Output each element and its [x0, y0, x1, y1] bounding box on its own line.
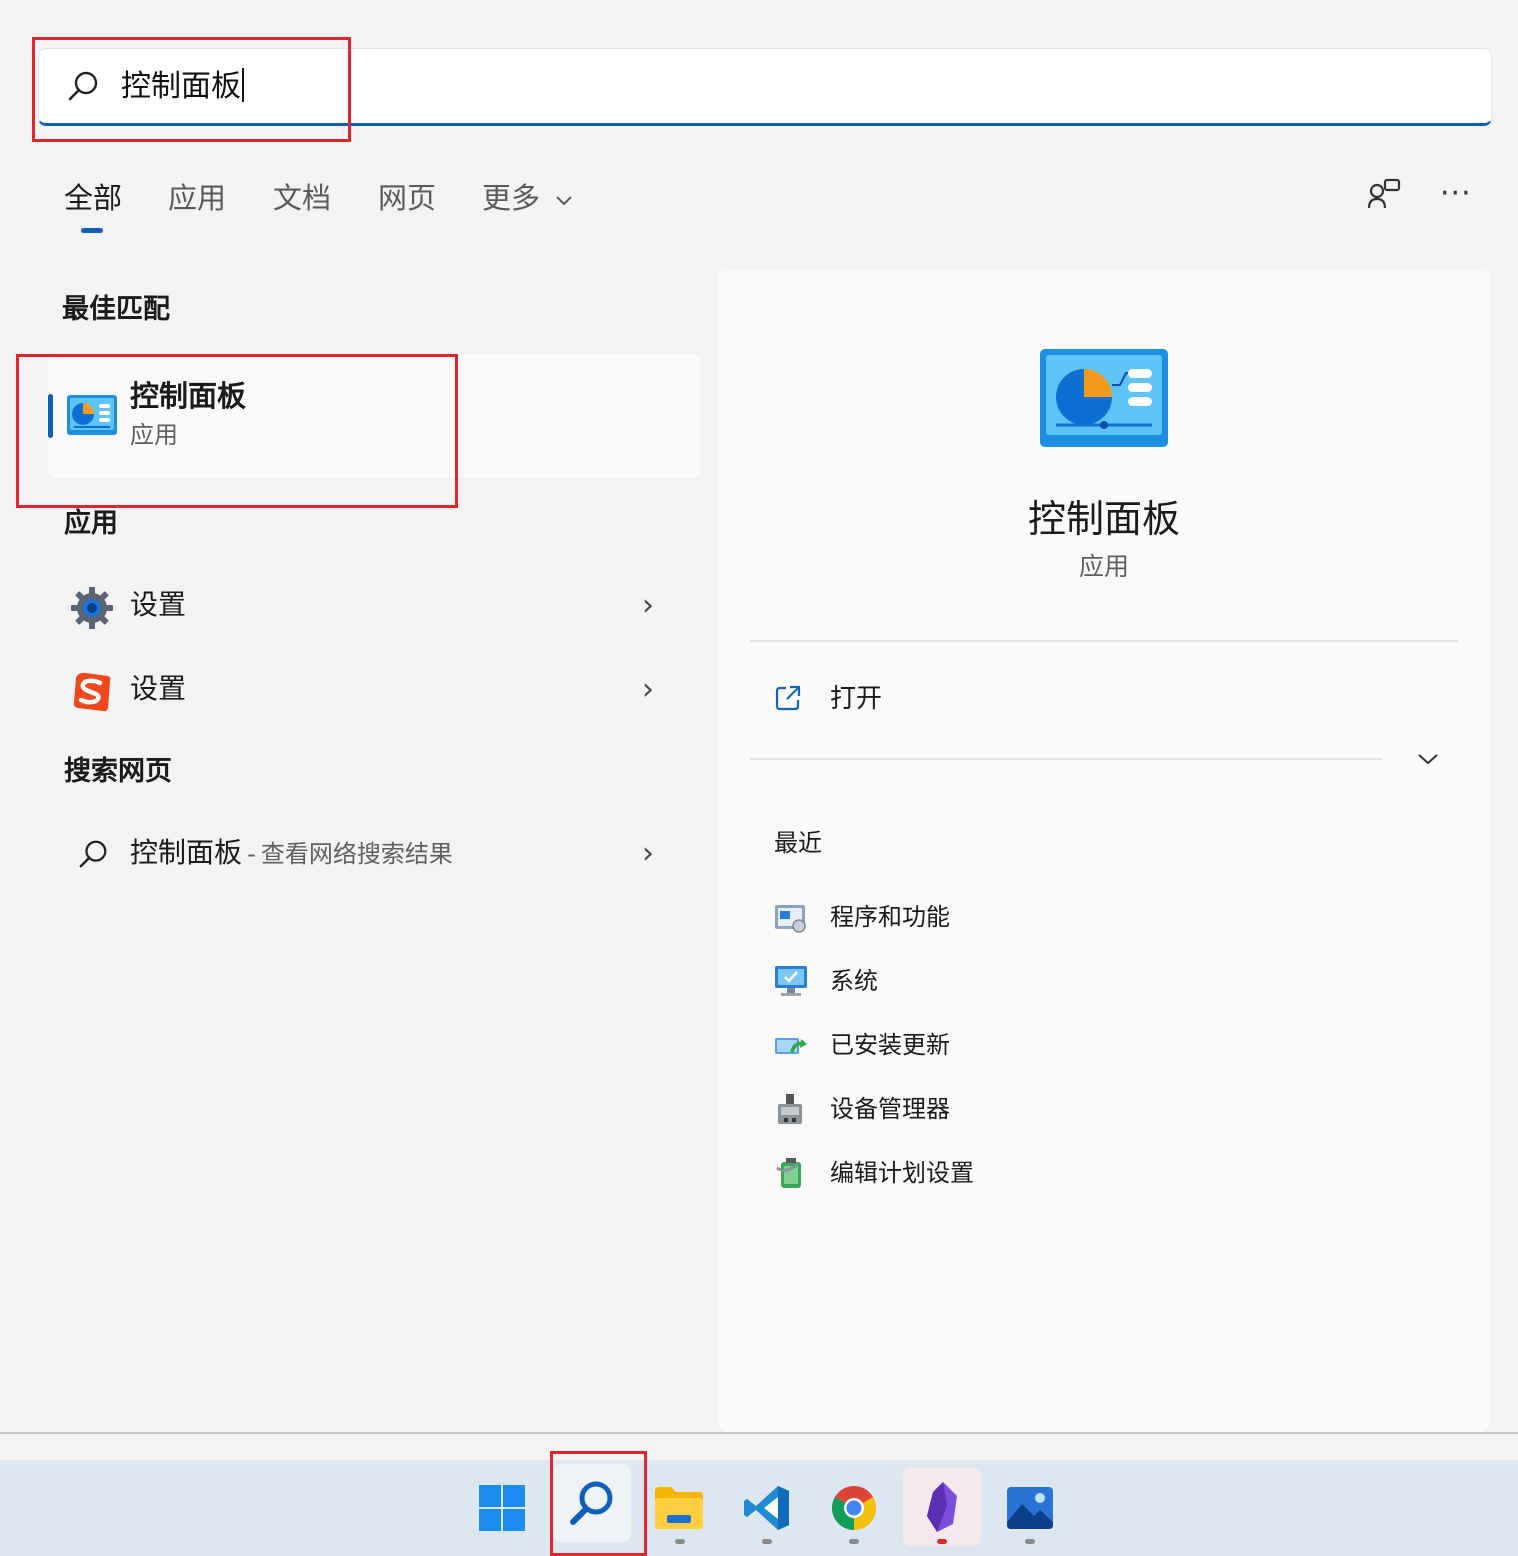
- active-indicator: [937, 1539, 947, 1544]
- account-switch-icon[interactable]: [1366, 176, 1402, 212]
- windows-logo-icon: [479, 1485, 525, 1531]
- system-monitor-icon: [775, 966, 807, 996]
- recent-item-label: 程序和功能: [830, 903, 950, 931]
- running-indicator: [1025, 1539, 1035, 1544]
- obsidian-icon: [927, 1482, 957, 1532]
- taskbar: [0, 1451, 1518, 1556]
- tab-more-label: 更多: [482, 181, 541, 215]
- web-result-text: 控制面板 - 查看网络搜索结果: [130, 834, 453, 876]
- control-panel-large-icon: [1040, 349, 1168, 447]
- vscode-button[interactable]: [728, 1469, 806, 1547]
- chevron-right-icon: ›: [642, 672, 654, 707]
- chevron-right-icon: ›: [642, 588, 654, 623]
- app-result-sogou-settings[interactable]: 设置 ›: [48, 656, 700, 724]
- open-external-icon: [775, 685, 801, 711]
- running-indicator: [675, 1539, 685, 1544]
- web-result-separator: -: [247, 840, 256, 868]
- open-label: 打开: [830, 684, 883, 714]
- app-label: 设置: [130, 588, 187, 621]
- tab-web[interactable]: 网页: [378, 178, 436, 218]
- chrome-icon: [832, 1486, 876, 1530]
- divider: [750, 758, 1382, 760]
- chrome-button[interactable]: [815, 1469, 893, 1547]
- annotation-box-search: [32, 37, 351, 142]
- power-plan-icon: [776, 1158, 801, 1188]
- recent-item-label: 已安装更新: [830, 1031, 950, 1059]
- recent-heading: 最近: [774, 829, 822, 857]
- recent-item[interactable]: 系统: [760, 960, 1360, 1004]
- device-manager-icon: [778, 1094, 802, 1124]
- recent-item-label: 编辑计划设置: [830, 1159, 974, 1187]
- chevron-down-icon: [556, 196, 572, 206]
- app-label: 设置: [130, 672, 187, 705]
- running-indicator: [849, 1539, 859, 1544]
- app-result-settings[interactable]: 设置 ›: [48, 572, 700, 640]
- apps-heading: 应用: [64, 508, 118, 539]
- recent-item[interactable]: 已安装更新: [760, 1024, 1360, 1068]
- best-match-heading: 最佳匹配: [62, 294, 170, 325]
- photos-button[interactable]: [991, 1469, 1069, 1547]
- tab-apps[interactable]: 应用: [168, 178, 226, 218]
- more-options-icon[interactable]: ···: [1440, 176, 1472, 212]
- detail-subtitle: 应用: [1078, 552, 1129, 581]
- web-search-heading: 搜索网页: [64, 756, 172, 787]
- recent-item-label: 系统: [830, 967, 878, 995]
- file-explorer-button[interactable]: [641, 1469, 719, 1547]
- running-indicator: [762, 1539, 772, 1544]
- recent-item[interactable]: 程序和功能: [760, 896, 1360, 940]
- web-result-suffix: 查看网络搜索结果: [260, 840, 453, 868]
- detail-title: 控制面板: [1027, 497, 1180, 541]
- settings-gear-icon: [71, 587, 113, 629]
- photos-icon: [1007, 1487, 1053, 1529]
- vscode-icon: [744, 1486, 789, 1530]
- programs-features-icon: [775, 905, 806, 933]
- start-button[interactable]: [463, 1469, 541, 1547]
- tab-documents[interactable]: 文档: [273, 178, 331, 218]
- open-action[interactable]: 打开: [750, 664, 1458, 734]
- web-search-result[interactable]: 控制面板 - 查看网络搜索结果 ›: [48, 818, 700, 890]
- tab-all[interactable]: 全部: [64, 178, 122, 218]
- active-tab-indicator: [81, 228, 103, 233]
- recent-item[interactable]: 编辑计划设置: [760, 1152, 1360, 1196]
- folder-icon: [655, 1487, 703, 1529]
- recent-item[interactable]: 设备管理器: [760, 1088, 1360, 1132]
- recent-item-label: 设备管理器: [830, 1095, 950, 1123]
- search-panel: 控制面板 全部 应用 文档 网页 更多 ··· 最佳匹配 控制面板 应用 应用: [0, 0, 1518, 1434]
- annotation-box-best-match: [16, 354, 458, 508]
- obsidian-button[interactable]: [903, 1468, 981, 1546]
- sogou-s-icon: [73, 672, 111, 712]
- expand-chevron-icon[interactable]: [1416, 750, 1440, 768]
- installed-updates-icon: [775, 1038, 807, 1054]
- web-result-query: 控制面板: [130, 836, 243, 869]
- annotation-box-taskbar-search: [550, 1451, 647, 1556]
- search-icon: [79, 840, 107, 868]
- divider: [750, 640, 1458, 642]
- tab-more[interactable]: 更多: [482, 178, 573, 218]
- chevron-right-icon: ›: [642, 836, 654, 871]
